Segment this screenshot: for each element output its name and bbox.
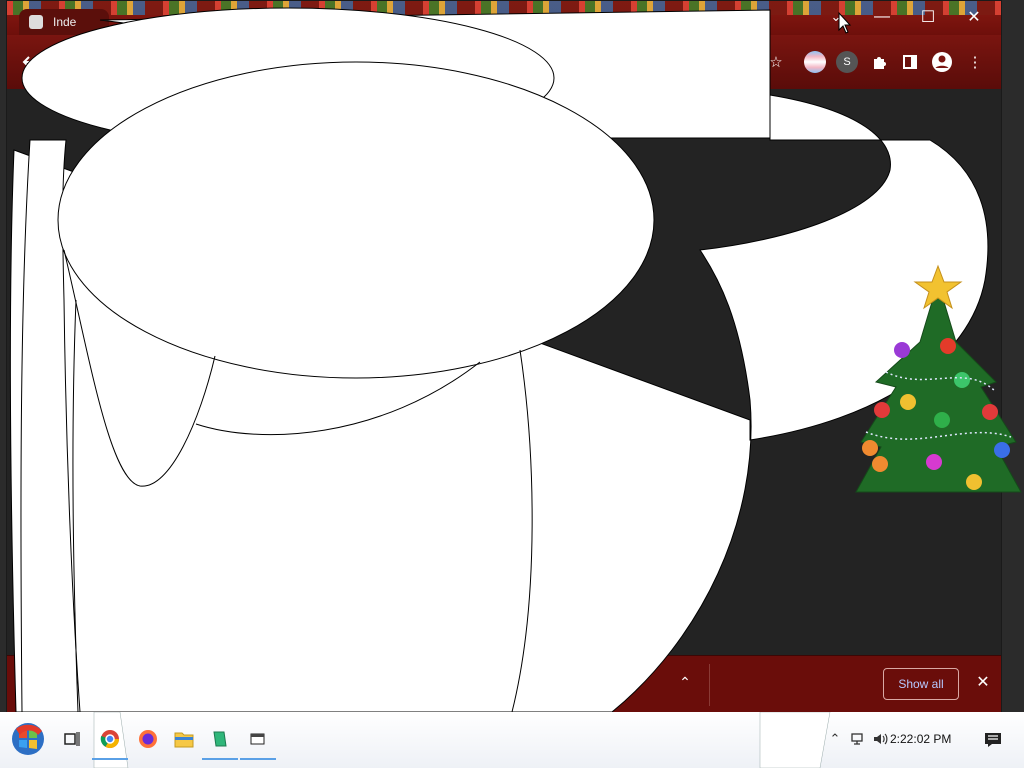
- notification-center-icon[interactable]: [978, 726, 1008, 754]
- volume-icon[interactable]: [872, 730, 890, 748]
- christmas-tree-decoration: [855, 264, 1022, 493]
- window-app-taskbar-icon[interactable]: [240, 720, 276, 760]
- task-view-icon[interactable]: [54, 720, 90, 758]
- green-app-taskbar-icon[interactable]: [202, 720, 238, 760]
- start-button[interactable]: [6, 720, 50, 758]
- chrome-taskbar-icon[interactable]: [92, 720, 128, 760]
- taskbar: ⌃ 2:22:02 PM: [0, 712, 1024, 768]
- network-icon[interactable]: [850, 730, 868, 748]
- white-middle-ellipse: [57, 61, 655, 379]
- mouse-cursor-icon: [838, 12, 852, 34]
- chevron-up-tray-icon[interactable]: ⌃: [826, 730, 844, 748]
- file-explorer-taskbar-icon[interactable]: [166, 720, 202, 758]
- firefox-taskbar-icon[interactable]: [130, 720, 166, 758]
- taskbar-clock[interactable]: 2:22:02 PM: [890, 732, 970, 746]
